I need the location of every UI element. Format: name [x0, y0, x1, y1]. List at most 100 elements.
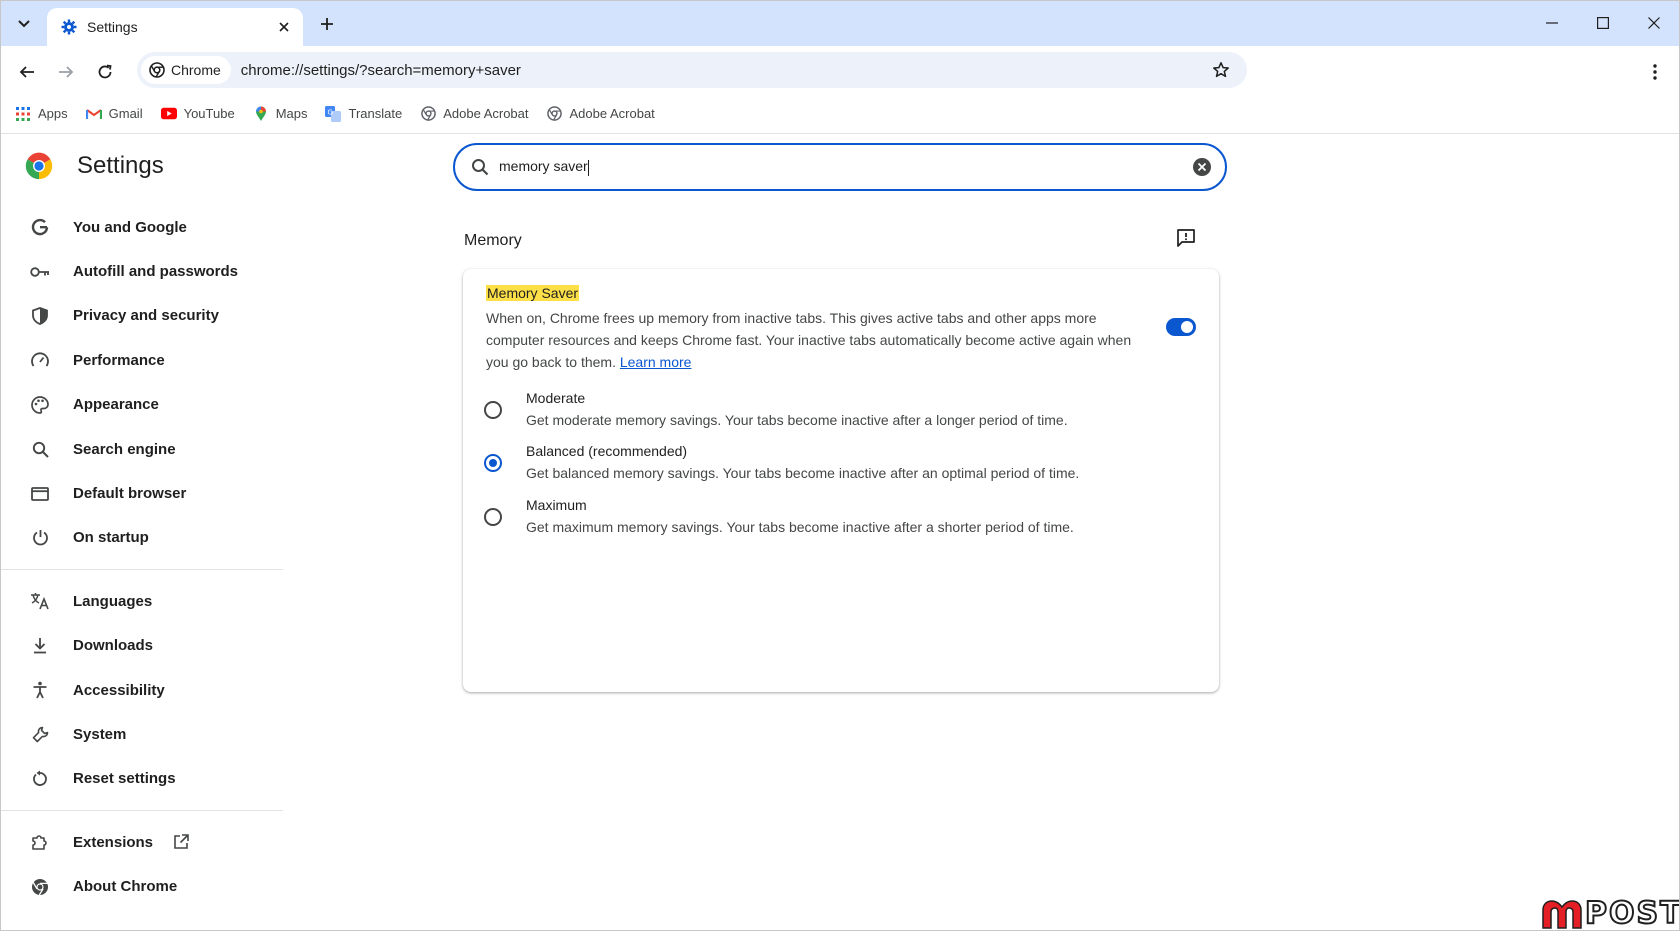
- chrome-icon: [149, 62, 165, 78]
- forward-button[interactable]: [52, 58, 80, 86]
- sidebar-item-autofill[interactable]: Autofill and passwords: [1, 249, 283, 293]
- option-maximum[interactable]: Maximum Get maximum memory savings. Your…: [484, 497, 1184, 545]
- tab-settings[interactable]: Settings: [47, 8, 303, 46]
- sidebar-divider: [1, 569, 283, 571]
- maximize-button[interactable]: [1580, 7, 1626, 39]
- sidebar-item-label: Reset settings: [73, 770, 176, 788]
- sidebar-item-languages[interactable]: Languages: [1, 579, 283, 623]
- more-vert-icon: [1653, 64, 1657, 80]
- memory-saver-card: Memory Saver When on, Chrome frees up me…: [463, 269, 1219, 692]
- learn-more-link[interactable]: Learn more: [620, 354, 692, 370]
- bookmark-adobe-acrobat-1[interactable]: Adobe Acrobat: [420, 106, 529, 122]
- gmail-icon: [85, 106, 102, 122]
- sidebar-item-search-engine[interactable]: Search engine: [1, 427, 283, 471]
- sidebar-item-system[interactable]: System: [1, 712, 283, 756]
- sidebar-item-accessibility[interactable]: Accessibility: [1, 668, 283, 712]
- close-window-button[interactable]: [1631, 7, 1677, 39]
- option-description: Get moderate memory savings. Your tabs b…: [526, 412, 1068, 428]
- sidebar-item-label: Privacy and security: [73, 307, 219, 325]
- sidebar-item-extensions[interactable]: Extensions: [1, 820, 283, 864]
- sidebar-item-you-and-google[interactable]: You and Google: [1, 205, 283, 249]
- maps-icon: [253, 106, 269, 122]
- chevron-down-icon: [18, 20, 30, 28]
- key-icon: [29, 261, 51, 283]
- page-title: Settings: [77, 152, 164, 179]
- shield-icon: [29, 305, 51, 327]
- bookmark-apps[interactable]: Apps: [15, 106, 68, 122]
- arrow-right-icon: [59, 66, 74, 78]
- address-bar[interactable]: Chrome chrome://settings/?search=memory+…: [137, 52, 1247, 88]
- bookmark-label: Adobe Acrobat: [443, 106, 529, 121]
- radio-moderate[interactable]: [484, 401, 502, 419]
- send-feedback-button[interactable]: [1173, 225, 1199, 251]
- bookmark-label: Apps: [38, 106, 68, 121]
- watermark: POST: [1541, 895, 1679, 930]
- chrome-logo-icon: [25, 152, 53, 180]
- sidebar-item-about-chrome[interactable]: About Chrome: [1, 864, 283, 908]
- chrome-icon: [29, 876, 51, 898]
- sidebar-item-label: About Chrome: [73, 878, 178, 896]
- new-tab-button[interactable]: [315, 12, 339, 36]
- sidebar-item-label: Accessibility: [73, 681, 165, 699]
- sidebar-item-performance[interactable]: Performance: [1, 338, 283, 382]
- toggle-knob: [1181, 321, 1193, 333]
- tab-title: Settings: [87, 19, 138, 35]
- radio-maximum[interactable]: [484, 508, 502, 526]
- sidebar-item-label: Appearance: [73, 396, 159, 414]
- power-icon: [29, 527, 51, 549]
- memory-saver-description: When on, Chrome frees up memory from ina…: [486, 307, 1146, 373]
- watermark-logo-icon: [1542, 899, 1582, 929]
- chrome-menu-button[interactable]: [1643, 58, 1667, 86]
- apps-grid-icon: [15, 106, 31, 122]
- option-balanced[interactable]: Balanced (recommended) Get balanced memo…: [484, 443, 1184, 491]
- close-tab-button[interactable]: [275, 18, 293, 36]
- bookmark-translate[interactable]: G Translate: [325, 105, 402, 122]
- bookmark-label: Adobe Acrobat: [569, 106, 655, 121]
- memory-saver-toggle[interactable]: [1166, 318, 1196, 336]
- search-input[interactable]: memory saver: [499, 158, 588, 174]
- bookmark-gmail[interactable]: Gmail: [85, 106, 143, 122]
- wrench-icon: [29, 723, 51, 745]
- section-title-memory: Memory: [464, 232, 522, 249]
- reload-button[interactable]: [91, 58, 119, 86]
- clear-icon: [1193, 158, 1211, 176]
- url-text[interactable]: chrome://settings/?search=memory+saver: [241, 62, 1207, 79]
- google-g-icon: [29, 216, 51, 238]
- plus-icon: [321, 18, 333, 30]
- sidebar-item-reset-settings[interactable]: Reset settings: [1, 757, 283, 801]
- site-info-chip[interactable]: Chrome: [141, 56, 231, 84]
- clear-search-button[interactable]: [1191, 156, 1213, 178]
- sidebar-item-privacy[interactable]: Privacy and security: [1, 294, 283, 338]
- puzzle-icon: [29, 831, 51, 853]
- back-button[interactable]: [13, 58, 41, 86]
- memory-saver-description-text: When on, Chrome frees up memory from ina…: [486, 310, 1132, 370]
- sidebar-item-downloads[interactable]: Downloads: [1, 624, 283, 668]
- bookmarks-bar: Apps Gmail YouTube Maps G Translate Adob…: [1, 94, 1679, 134]
- option-label: Maximum: [526, 497, 587, 513]
- settings-search-box[interactable]: memory saver: [453, 143, 1227, 191]
- sidebar-item-default-browser[interactable]: Default browser: [1, 471, 283, 515]
- reload-icon: [98, 64, 112, 79]
- option-description: Get balanced memory savings. Your tabs b…: [526, 465, 1080, 481]
- translate-icon: [29, 590, 51, 612]
- settings-page: Settings You and Google Autofill and pas…: [1, 135, 1679, 930]
- option-moderate[interactable]: Moderate Get moderate memory savings. Yo…: [484, 390, 1184, 438]
- radio-balanced[interactable]: [484, 454, 502, 472]
- minimize-button[interactable]: [1529, 7, 1575, 39]
- option-label: Moderate: [526, 390, 586, 406]
- close-icon: [279, 22, 289, 32]
- sidebar-item-appearance[interactable]: Appearance: [1, 383, 283, 427]
- memory-saver-header: Memory Saver When on, Chrome frees up me…: [486, 285, 1146, 373]
- bookmark-maps[interactable]: Maps: [253, 106, 308, 122]
- bookmark-adobe-acrobat-2[interactable]: Adobe Acrobat: [547, 106, 655, 122]
- sidebar-item-label: Languages: [73, 592, 153, 610]
- sidebar-item-label: Autofill and passwords: [73, 263, 239, 281]
- bookmark-star-button[interactable]: [1207, 56, 1235, 84]
- sidebar-item-on-startup[interactable]: On startup: [1, 516, 283, 560]
- globe-icon: [420, 106, 436, 122]
- bookmark-label: Maps: [275, 106, 308, 121]
- tab-search-button[interactable]: [11, 12, 37, 36]
- bookmark-youtube[interactable]: YouTube: [160, 106, 235, 122]
- browser-window-icon: [29, 483, 51, 505]
- sidebar-item-label: Search engine: [73, 440, 176, 458]
